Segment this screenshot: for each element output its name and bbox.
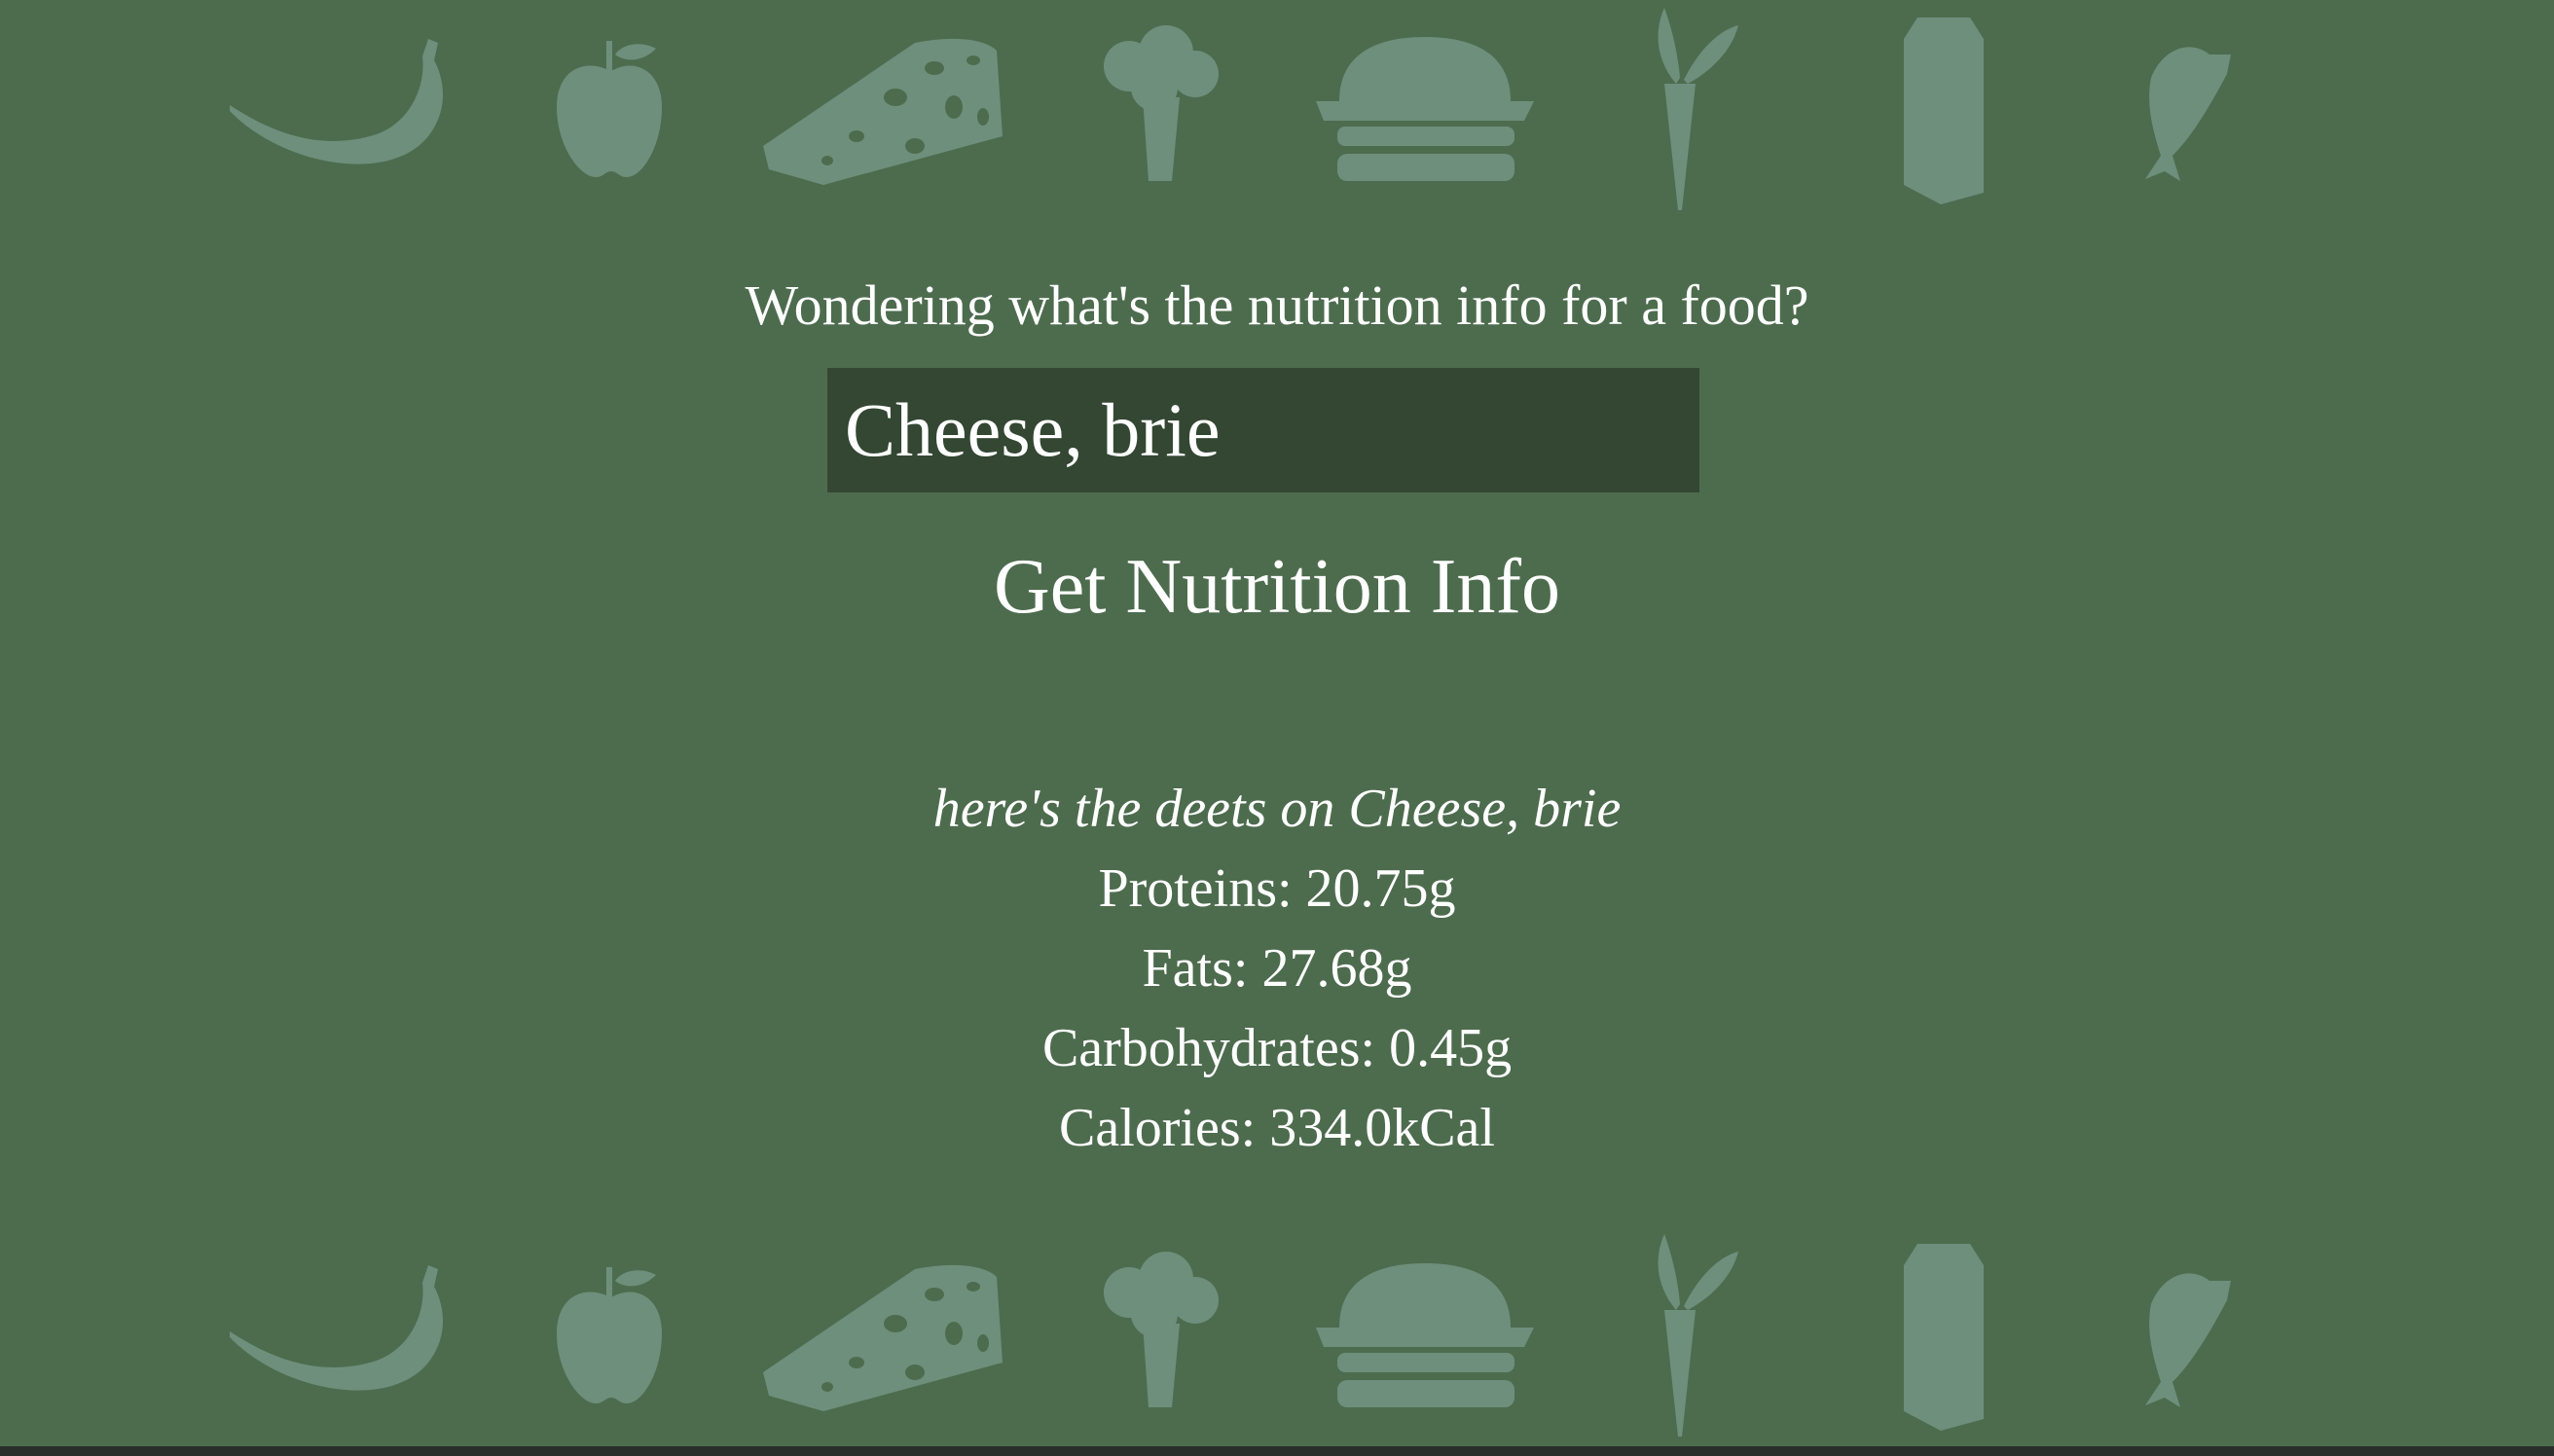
prompt-text: Wondering what's the nutrition info for … <box>745 273 1809 337</box>
food-search-input[interactable] <box>827 368 1699 492</box>
results-heading: here's the deets on Cheese, brie <box>932 779 1622 839</box>
nutrition-results: here's the deets on Cheese, brie Protein… <box>0 769 2554 1168</box>
proteins-value: Proteins: 20.75g <box>1098 858 1456 919</box>
fats-value: Fats: 27.68g <box>1142 938 1412 999</box>
main-content: Wondering what's the nutrition info for … <box>0 0 2554 1456</box>
get-nutrition-info-button[interactable]: Get Nutrition Info <box>0 537 2554 637</box>
calories-value: Calories: 334.0kCal <box>1059 1098 1495 1158</box>
bottom-edge-bar <box>0 1446 2554 1456</box>
carbohydrates-value: Carbohydrates: 0.45g <box>1041 1018 1513 1078</box>
